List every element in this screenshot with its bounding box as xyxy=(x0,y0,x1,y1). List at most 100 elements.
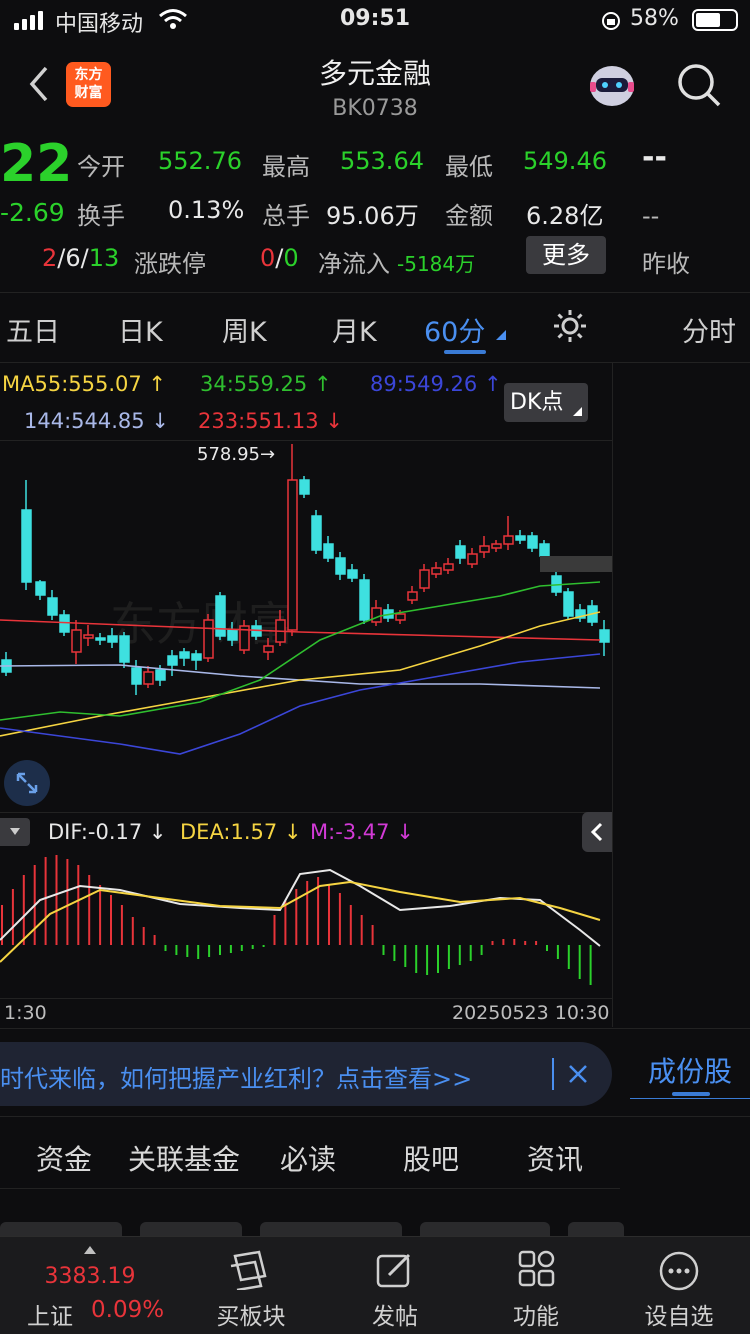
netflow-value: -5184万 xyxy=(397,252,476,276)
index-name: 上证 xyxy=(27,1304,73,1330)
dea-label: DEA:1.57 ↓ xyxy=(180,820,302,844)
candle-body xyxy=(179,651,190,659)
candle-body xyxy=(215,595,226,637)
candle-body xyxy=(527,535,538,549)
candle-body xyxy=(515,535,526,541)
candle-body xyxy=(299,479,310,495)
settings-gear-icon[interactable] xyxy=(552,308,588,344)
axis-right-time: 20250523 10:30 xyxy=(452,1002,610,1024)
candlestick-chart[interactable]: 东方财富 578.95→ xyxy=(0,440,612,812)
right-top-value: -- xyxy=(642,140,667,175)
candle-body xyxy=(21,509,32,583)
high-marker: 578.95→ xyxy=(197,444,275,465)
amount-value: 6.28亿 xyxy=(526,202,604,230)
tab-five-day[interactable]: 五日 xyxy=(6,310,60,349)
candle-body xyxy=(323,543,334,559)
prev-close-label: 昨收 xyxy=(642,250,690,278)
candle-body xyxy=(335,557,346,575)
candle-body xyxy=(227,629,238,641)
turnover-label: 换手 xyxy=(77,202,125,230)
moving-average-line xyxy=(0,653,601,755)
dk-point-button[interactable]: DK点 xyxy=(504,383,588,422)
ma144-label: 144:544.85 ↓ xyxy=(24,409,169,433)
divider xyxy=(0,292,750,293)
ma233-label: 233:551.13 ↓ xyxy=(198,409,343,433)
amount-label: 金额 xyxy=(445,202,493,230)
header: 东方 财富 多元金融 BK0738 xyxy=(0,40,750,130)
price-tag xyxy=(540,556,612,572)
battery-percent: 58% xyxy=(630,6,679,31)
candle-body xyxy=(47,597,58,616)
candle-body xyxy=(71,629,82,653)
candle-body xyxy=(491,543,502,549)
indicator-menu-button[interactable] xyxy=(0,818,30,846)
tab-must-read[interactable]: 必读 xyxy=(280,1138,336,1178)
promo-banner[interactable]: 时代来临，如何把握产业红利？点击查看>> xyxy=(0,1042,612,1106)
candle-body xyxy=(419,569,430,589)
tab-intraday[interactable]: 分时 xyxy=(682,310,736,349)
nav-label: 买板块 xyxy=(216,1304,286,1330)
banner-text: 时代来临，如何把握产业红利？点击查看>> xyxy=(0,1065,473,1093)
wifi-icon xyxy=(159,9,187,29)
moving-average-line xyxy=(0,611,601,737)
clock: 09:51 xyxy=(340,6,411,31)
tab-60min[interactable]: 60分 xyxy=(424,310,485,349)
more-button[interactable]: 更多 xyxy=(526,236,606,274)
tab-active-indicator xyxy=(444,350,486,354)
candle-body xyxy=(95,637,106,641)
tab-funds[interactable]: 资金 xyxy=(36,1138,92,1178)
tab-daily-k[interactable]: 日K xyxy=(118,310,163,349)
rotation-lock-icon xyxy=(602,12,620,30)
expand-chart-button[interactable] xyxy=(4,760,50,806)
candle-body xyxy=(311,515,322,551)
dropdown-corner-icon xyxy=(573,407,582,416)
close-icon[interactable] xyxy=(566,1062,590,1086)
open-value: 552.76 xyxy=(158,147,242,175)
candle-body xyxy=(191,653,202,661)
limit-values: 0/0 xyxy=(260,244,299,272)
compose-icon xyxy=(376,1253,411,1288)
m-label: M:-3.47 ↓ xyxy=(310,820,414,844)
candle-body xyxy=(395,613,406,621)
tab-forum[interactable]: 股吧 xyxy=(403,1138,459,1178)
candle-body xyxy=(119,635,130,663)
advance-decline: 2/6/13 xyxy=(42,244,120,272)
volume-label: 总手 xyxy=(262,202,310,230)
candle-body xyxy=(599,629,610,643)
tab-monthly-k[interactable]: 月K xyxy=(332,310,377,349)
status-bar: 中国移动 09:51 58% xyxy=(0,0,750,40)
index-change: 0.09% xyxy=(91,1297,165,1323)
candle-body xyxy=(371,607,382,623)
candle-body xyxy=(167,655,178,666)
candle-body xyxy=(563,591,574,617)
candle-body xyxy=(131,667,142,685)
axis-left-time: 1:30 xyxy=(4,1002,47,1024)
collapse-panel-button[interactable] xyxy=(582,812,612,852)
candle-body xyxy=(155,669,166,681)
netflow-label: 净流入 xyxy=(318,250,390,278)
search-icon[interactable] xyxy=(676,62,722,108)
open-label: 今开 xyxy=(77,153,125,181)
candle-body xyxy=(107,635,118,643)
candle-body xyxy=(35,581,46,596)
last-price: 22 xyxy=(0,134,73,194)
candle-body xyxy=(359,579,370,621)
tab-related-funds[interactable]: 关联基金 xyxy=(128,1138,240,1178)
candle-body xyxy=(455,545,466,559)
tab-constituents[interactable]: 成份股 xyxy=(648,1050,732,1090)
chart-right-border xyxy=(612,362,613,1027)
arrow-up-icon xyxy=(84,1246,96,1254)
triangle-down-icon xyxy=(10,828,20,835)
high-label: 最高 xyxy=(262,153,310,181)
candle-body xyxy=(263,645,274,653)
candle-body xyxy=(83,634,94,639)
turnover-value: 0.13% xyxy=(168,196,245,224)
low-value: 549.46 xyxy=(523,147,607,175)
tab-weekly-k[interactable]: 周K xyxy=(222,310,267,349)
candle-body xyxy=(443,563,454,571)
candle-body xyxy=(143,671,154,685)
moving-average-line xyxy=(0,581,601,721)
robot-assistant-icon[interactable] xyxy=(586,60,638,112)
right-mid-value: -- xyxy=(642,202,660,230)
tab-news[interactable]: 资讯 xyxy=(527,1138,583,1178)
